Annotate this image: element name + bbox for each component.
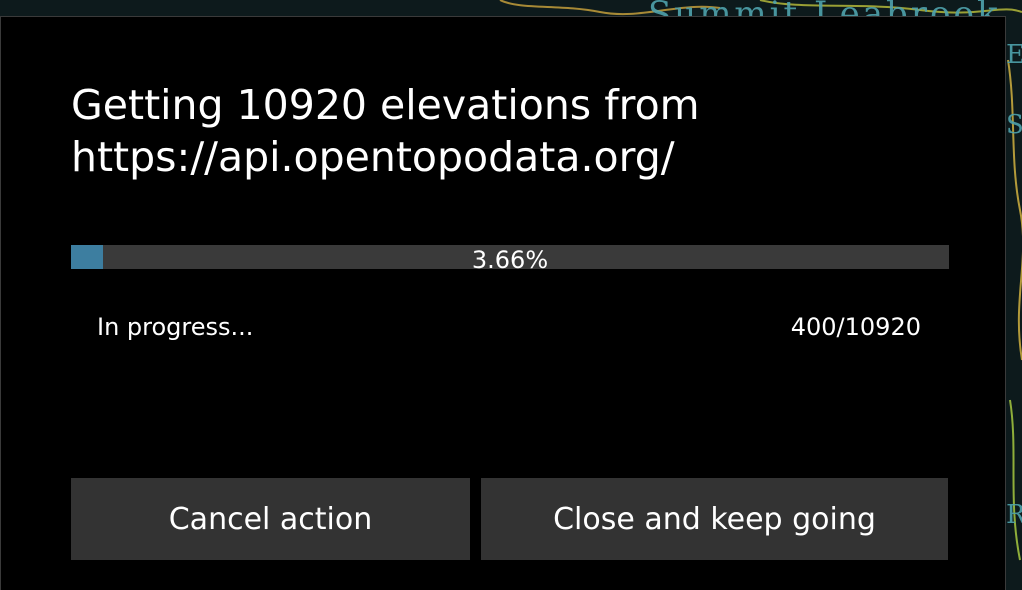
- status-text: In progress...: [97, 313, 254, 341]
- map-label: S: [1006, 110, 1022, 140]
- cancel-action-button[interactable]: Cancel action: [71, 478, 470, 560]
- map-label: Ri: [1006, 500, 1022, 530]
- close-and-keep-going-button[interactable]: Close and keep going: [481, 478, 948, 560]
- dialog-title: Getting 10920 elevations from https://ap…: [71, 81, 700, 181]
- progress-percent: 3.66%: [471, 246, 549, 274]
- map-label: E: [1006, 40, 1022, 70]
- progress-dialog: Getting 10920 elevations from https://ap…: [0, 16, 1006, 590]
- progress-bar: 3.66%: [71, 245, 949, 274]
- progress-count: 400/10920: [790, 313, 921, 341]
